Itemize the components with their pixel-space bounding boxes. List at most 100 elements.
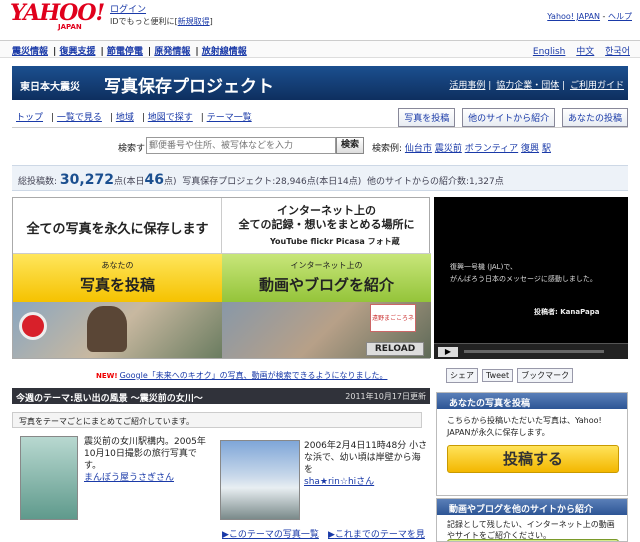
video-caption-line2: がんばろう日本のメッセージに感動しました。 — [450, 275, 597, 283]
search-examples: 検索例: 仙台市 震災前 ボランティア 復興 駅 — [372, 141, 551, 154]
today-count: 46 — [144, 172, 164, 188]
lang-korean[interactable]: 한국어 — [605, 47, 630, 57]
post-photo-box: あなたの写真を投稿 こちらから投稿いただいた写真は、Yahoo! JAPANが永… — [436, 392, 628, 496]
example-station[interactable]: 駅 — [542, 144, 551, 154]
person-image — [87, 306, 127, 352]
theme-photo-list-link[interactable]: ▶このテーマの写真一覧 — [222, 527, 319, 540]
video-caption-line1: 復興一号機 (JAL)で、 — [450, 263, 518, 271]
promo-save-text: 全ての写真を永久に保存します — [26, 222, 209, 237]
logo-subtext: JAPAN — [58, 23, 82, 31]
example-sendai[interactable]: 仙台市 — [405, 144, 432, 154]
introduce-video-small: インターネット上の — [290, 261, 363, 270]
share-buttons: シェア Tweet ブックマーク — [446, 368, 577, 383]
post-photo-button[interactable]: 写真を投稿 — [398, 108, 456, 127]
theme-photo-2[interactable] — [220, 440, 300, 520]
banner-title[interactable]: 写真保存プロジェクト — [104, 72, 274, 97]
video-player[interactable]: 復興一号機 (JAL)で、 がんばろう日本のメッセージに感動しました。 投稿者:… — [434, 197, 628, 359]
theme-item-1: 震災前の女川駅構内。2005年10月10日撮影の旅行写真です。 まんぼう屋うさぎ… — [84, 436, 212, 484]
video-poster: 投稿者: KanaPapa — [534, 308, 600, 316]
promo-save-forever: 全ての写真を永久に保存します — [13, 198, 222, 254]
global-nav: 震災情報 | 復興支援 | 節電停電 | 原発情報 | 放射線情報 English 中文… — [0, 40, 640, 58]
yahoo-japan-link[interactable]: Yahoo! JAPAN — [547, 12, 600, 21]
login-area: ログイン IDでもっと便利に[新規取得] — [110, 5, 213, 26]
lang-chinese[interactable]: 中文 — [576, 47, 594, 57]
post-photo-box-title: あなたの写真を投稿 — [437, 393, 627, 409]
search-button[interactable]: 検索 — [336, 137, 364, 154]
example-before-quake[interactable]: 震災前 — [435, 144, 462, 154]
nav-item-power[interactable]: 節電停電 — [107, 47, 143, 57]
past-themes-text: これまでのテーマを見る — [334, 530, 425, 540]
subnav-top[interactable]: トップ — [16, 113, 43, 123]
total-unit: 点 — [113, 177, 123, 187]
video-seekbar[interactable] — [464, 350, 604, 353]
nav-item-disaster-info[interactable]: 震災情報 — [12, 47, 48, 57]
news-line: NEW! Google「未来へのキオク」の写真、動画が検索できるようになりました。 — [96, 370, 387, 381]
theme-intro: 写真をテーマごとにまとめてご紹介しています。 — [12, 412, 422, 428]
sub-nav: トップ | 一覧で見る | 地域 | 地図で探す | テーマ一覧 写真を投稿 他のサイト… — [12, 106, 628, 128]
video-caption: 復興一号機 (JAL)で、 がんばろう日本のメッセージに感動しました。 — [450, 261, 597, 285]
subnav-map[interactable]: 地図で探す — [148, 113, 193, 123]
promo-grid: 全ての写真を永久に保存します インターネット上の 全ての記録・想いをまとめる場所に… — [12, 197, 431, 359]
nav-item-radiation[interactable]: 放射線情報 — [202, 47, 247, 57]
promo-internet-line1: インターネット上の — [277, 204, 376, 217]
subnav-themes[interactable]: テーマ一覧 — [207, 113, 252, 123]
introduce-box: 動画やブログを他のサイトから紹介 記録として残したい、インターネット上の動画やサ… — [436, 498, 628, 542]
your-posts-button[interactable]: あなたの投稿 — [561, 108, 628, 127]
introduce-external-button[interactable]: 他のサイトから紹介 — [462, 108, 556, 127]
post-photo-box-text: こちらから投稿いただいた写真は、Yahoo! JAPANが永久に保存します。 — [447, 416, 602, 437]
search-input[interactable] — [146, 137, 336, 154]
flag-image — [19, 312, 47, 340]
lang-english[interactable]: English — [533, 47, 566, 57]
news-link[interactable]: Google「未来へのキオク」の写真、動画が検索できるようになりました。 — [120, 371, 388, 380]
service-logos: YouTube flickr Picasa フォト蔵 — [270, 237, 400, 246]
reload-button[interactable]: RELOAD — [366, 342, 424, 356]
nav-item-nuclear[interactable]: 原発情報 — [154, 47, 190, 57]
banner-link-partners[interactable]: 協力企業・団体 — [496, 81, 559, 91]
introduce-box-text: 記録として残したい、インターネット上の動画やサイトをご紹介ください。 — [447, 520, 615, 540]
theme-item-1-author[interactable]: まんぼう屋うさぎさん — [84, 472, 212, 484]
past-themes-link[interactable]: ▶これまでのテーマを見る — [328, 527, 430, 542]
theme-title: 今週のテーマ:思い出の風景 ～震災前の女川～ — [16, 394, 203, 404]
new-badge: NEW! — [96, 372, 118, 380]
register-link[interactable]: 新規取得 — [178, 17, 210, 26]
login-subtext: IDでもっと便利に — [110, 17, 175, 26]
theme-item-1-text: 震災前の女川駅構内。2005年10月10日撮影の旅行写真です。 — [84, 437, 206, 471]
submit-post-button[interactable]: 投稿する — [447, 445, 619, 473]
login-link[interactable]: ログイン — [110, 5, 146, 15]
today-unit: 点) — [163, 177, 177, 187]
theme-photo-list-text: このテーマの写真一覧 — [228, 530, 319, 540]
theme-item-2-author[interactable]: sha★rin☆hiさん — [304, 476, 428, 488]
yahoo-logo[interactable]: YAHOO! JAPAN — [10, 2, 105, 32]
examples-label: 検索例: — [372, 144, 403, 154]
promo-internet-records: インターネット上の 全ての記録・想いをまとめる場所に YouTube flickr… — [222, 198, 431, 254]
subnav-region[interactable]: 地域 — [116, 113, 134, 123]
play-icon[interactable]: ▶ — [438, 347, 458, 357]
total-label: 総投稿数: — [18, 177, 58, 187]
theme-item-2-text: 2006年2月4日11時48分 小さな浜で、幼い頃は岸壁から海を — [304, 441, 428, 475]
stats-bar: 総投稿数: 30,272点(本日46点) 写真保存プロジェクト:28,946点(… — [12, 165, 628, 191]
photo-collage-left[interactable] — [13, 302, 222, 358]
tweet-button[interactable]: Tweet — [482, 369, 514, 382]
top-right-links: Yahoo! JAPAN - ヘルプ — [547, 12, 632, 21]
example-volunteer[interactable]: ボランティア — [465, 144, 518, 154]
example-recovery[interactable]: 復興 — [521, 144, 539, 154]
theme-section: 今週のテーマ:思い出の風景 ～震災前の女川～ 2011年10月17日更新 写真をテ… — [12, 388, 430, 542]
facebook-share-button[interactable]: シェア — [446, 368, 478, 383]
project-banner: 東日本大震災 写真保存プロジェクト 活用事例 | 協力企業・団体 | ご利用ガイ… — [12, 66, 628, 100]
help-link[interactable]: ヘルプ — [608, 12, 632, 21]
subnav-list[interactable]: 一覧で見る — [57, 113, 102, 123]
nav-item-recovery[interactable]: 復興支援 — [59, 47, 95, 57]
today-label: (本日 — [122, 177, 145, 187]
theme-header: 今週のテーマ:思い出の風景 ～震災前の女川～ 2011年10月17日更新 — [12, 388, 430, 404]
post-photo-small: あなたの — [101, 261, 134, 270]
introduce-video-tile[interactable]: インターネット上の 動画やブログを紹介 — [222, 254, 431, 302]
video-controls: ▶ — [434, 343, 628, 359]
theme-photo-1[interactable] — [20, 436, 78, 520]
banner-link-guide[interactable]: ご利用ガイド — [570, 81, 624, 91]
bookmark-button[interactable]: ブックマーク — [517, 368, 574, 383]
other-count: 他のサイトからの紹介数:1,327点 — [366, 177, 504, 187]
post-photo-tile[interactable]: あなたの 写真を投稿 — [13, 254, 222, 302]
banner-link-examples[interactable]: 活用事例 — [449, 81, 485, 91]
photo-collage-right[interactable]: 遠野まごころネット RELOAD — [222, 302, 431, 358]
post-photo-big: 写真を投稿 — [79, 276, 155, 294]
